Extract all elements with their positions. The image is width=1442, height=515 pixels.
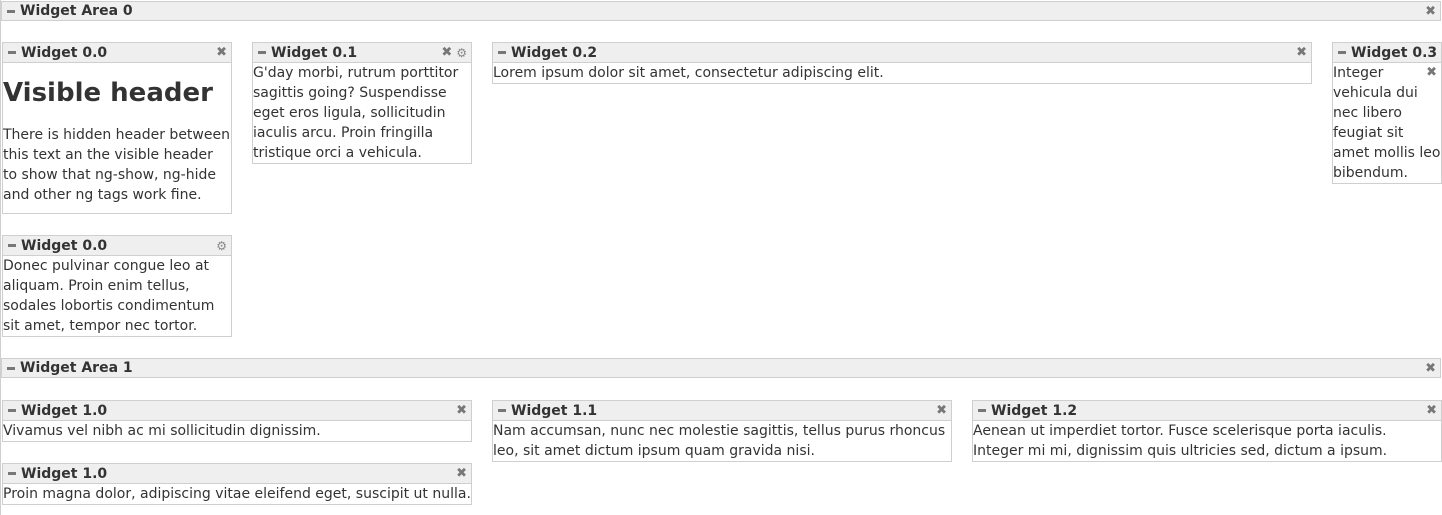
close-icon[interactable]: ✖ xyxy=(1296,46,1307,59)
widget-0-1: Widget 0.1 ✖ ⚙ G'day morbi, rutrum portt… xyxy=(252,42,472,164)
widget-0-0: Widget 0.0 ✖ Visible header There is hid… xyxy=(2,42,232,214)
widget-1-1: Widget 1.1 ✖ Nam accumsan, nunc nec mole… xyxy=(492,400,952,462)
collapse-widget-icon[interactable] xyxy=(498,51,506,54)
widget-text: G'day morbi, rutrum porttitor sagittis g… xyxy=(253,65,459,161)
close-icon[interactable]: ✖ xyxy=(456,404,467,417)
widget-text: There is hidden header between this text… xyxy=(3,127,230,203)
close-icon[interactable]: ✖ xyxy=(1426,66,1437,79)
widget-title: Widget 1.1 xyxy=(511,402,598,419)
widget-title: Widget 0.2 xyxy=(511,44,598,61)
close-area-1-icon[interactable]: ✖ xyxy=(1425,362,1436,375)
widget-title: Widget 0.1 xyxy=(271,44,358,61)
widget-1-0-second: Widget 1.0 ✖ Proin magna dolor, adipisci… xyxy=(2,463,472,505)
close-icon[interactable]: ✖ xyxy=(1426,404,1437,417)
collapse-widget-icon[interactable] xyxy=(8,472,16,475)
widget-title: Widget 0.3 xyxy=(1351,44,1438,61)
collapse-widget-icon[interactable] xyxy=(258,51,266,54)
widget-text: Integer vehicula dui nec libero feugiat … xyxy=(1333,65,1441,181)
page-left-border xyxy=(0,0,1,515)
widget-text: Proin magna dolor, adipiscing vitae elei… xyxy=(3,486,471,502)
collapse-area-1-icon[interactable] xyxy=(7,366,15,370)
widget-title: Widget 0.0 xyxy=(21,44,108,61)
widget-text: Lorem ipsum dolor sit amet, consectetur … xyxy=(493,65,884,81)
widget-text: Vivamus vel nibh ac mi sollicitudin dign… xyxy=(3,423,321,439)
widget-text: Donec pulvinar congue leo at aliquam. Pr… xyxy=(3,258,215,334)
collapse-area-0-icon[interactable] xyxy=(7,9,15,13)
widget-0-3: Widget 0.3 ✖ Integer vehicula dui nec li… xyxy=(1332,42,1442,184)
collapse-widget-icon[interactable] xyxy=(8,409,16,412)
widget-title: Widget 1.0 xyxy=(21,402,108,419)
close-icon[interactable]: ✖ xyxy=(456,467,467,480)
widget-0-0-second: Widget 0.0 ⚙ Donec pulvinar congue leo a… xyxy=(2,235,232,337)
widget-area-1-title: Widget Area 1 xyxy=(20,360,133,376)
gear-icon[interactable]: ⚙ xyxy=(456,47,467,59)
collapse-widget-icon[interactable] xyxy=(978,409,986,412)
widget-title: Widget 1.2 xyxy=(991,402,1078,419)
close-icon[interactable]: ✖ xyxy=(216,46,227,59)
widget-text: Nam accumsan, nunc nec molestie sagittis… xyxy=(493,423,946,459)
widget-area-0-header: Widget Area 0 ✖ xyxy=(1,1,1441,21)
collapse-widget-icon[interactable] xyxy=(8,51,16,54)
widget-title: Widget 0.0 xyxy=(21,237,108,254)
close-area-0-icon[interactable]: ✖ xyxy=(1425,5,1436,18)
widget-area-0-title: Widget Area 0 xyxy=(20,3,133,19)
collapse-widget-icon[interactable] xyxy=(1338,51,1346,54)
gear-icon[interactable]: ⚙ xyxy=(216,240,227,252)
widget-1-2: Widget 1.2 ✖ Aenean ut imperdiet tortor.… xyxy=(972,400,1442,462)
widget-1-0: Widget 1.0 ✖ Vivamus vel nibh ac mi soll… xyxy=(2,400,472,442)
widget-area-1-header: Widget Area 1 ✖ xyxy=(1,358,1441,378)
close-icon[interactable]: ✖ xyxy=(936,404,947,417)
widget-text: Aenean ut imperdiet tortor. Fusce sceler… xyxy=(973,423,1388,459)
collapse-widget-icon[interactable] xyxy=(8,244,16,247)
widget-title: Widget 1.0 xyxy=(21,465,108,482)
collapse-widget-icon[interactable] xyxy=(498,409,506,412)
visible-header: Visible header xyxy=(3,78,213,108)
close-icon[interactable]: ✖ xyxy=(441,46,452,59)
widget-0-2: Widget 0.2 ✖ Lorem ipsum dolor sit amet,… xyxy=(492,42,1312,84)
